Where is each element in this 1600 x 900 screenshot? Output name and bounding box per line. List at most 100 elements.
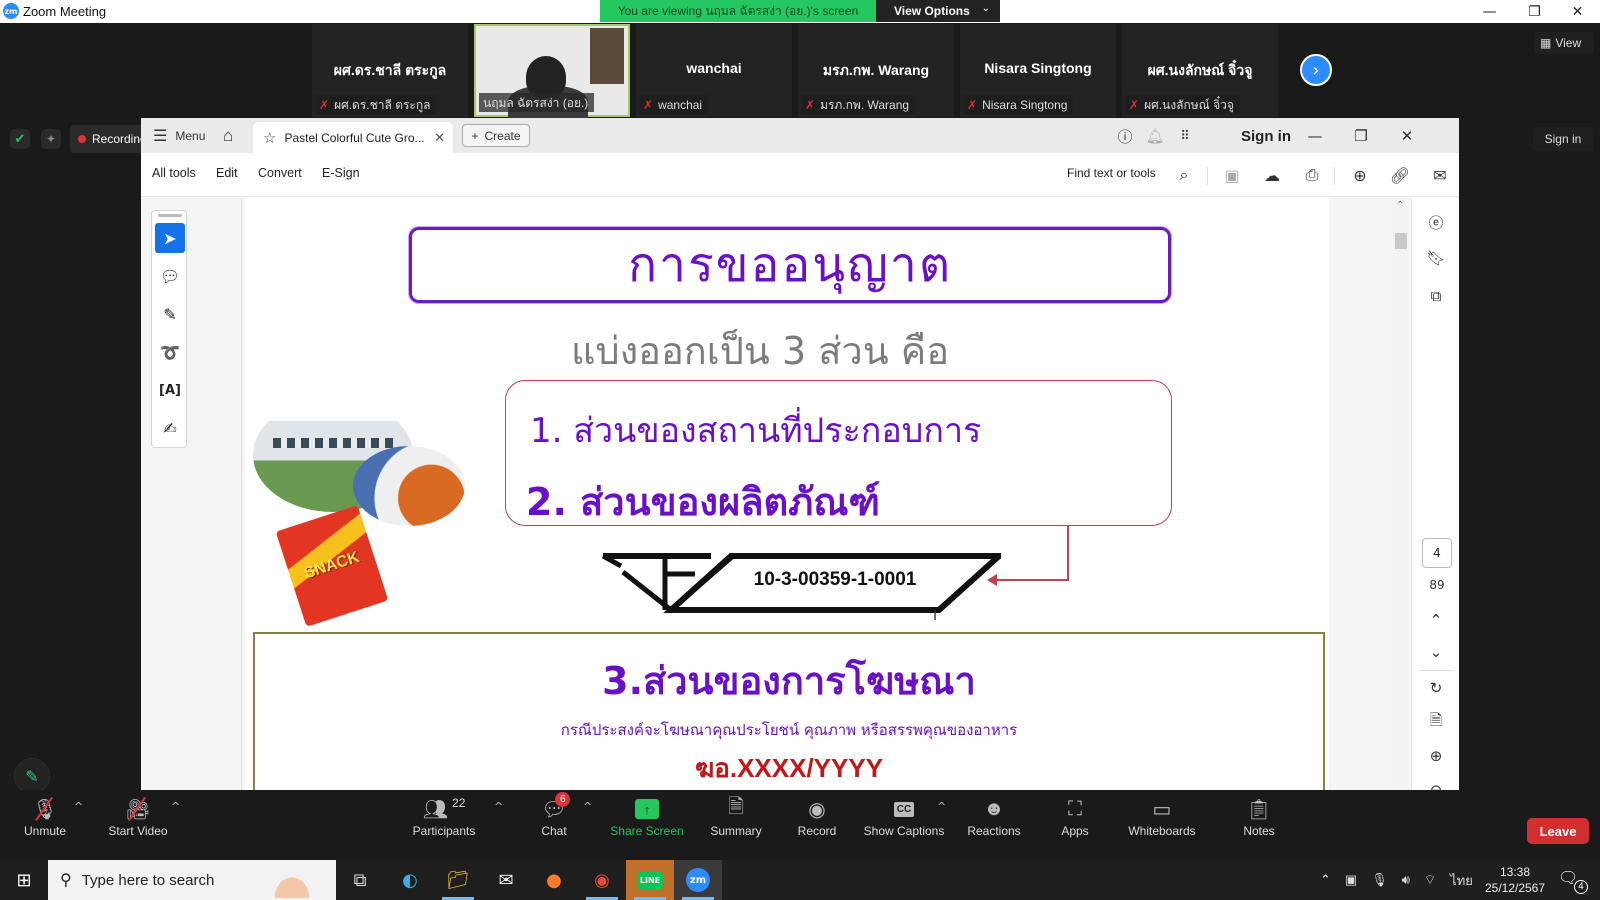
zoom-sign-in-button[interactable]: Sign in [1533,127,1593,151]
email-icon[interactable]: ✉ [1427,162,1453,188]
scroll-up-icon[interactable]: ⌃ [1396,200,1404,211]
recording-indicator[interactable]: Recording [70,125,152,153]
zoom-app-icon[interactable]: zm [674,860,722,900]
page-number-input[interactable]: 4 [1422,538,1452,568]
whiteboard-icon: ▭ [1152,798,1172,821]
apps-grid-icon[interactable]: ⠿ [1173,124,1197,148]
previous-page-icon[interactable]: ⌃ [1424,608,1448,632]
next-participants-button[interactable]: › [1300,54,1332,86]
chat-caret-icon[interactable]: ^ [583,800,592,813]
menu-e-sign[interactable]: E-Sign [322,166,360,180]
apps-button[interactable]: ⛶ Apps [1054,790,1096,842]
participant-tile[interactable]: wanchai ✗ wanchai [636,24,792,117]
minimize-icon[interactable]: — [1467,0,1512,23]
scrollbar-thumb[interactable] [1395,233,1407,249]
close-icon[interactable]: ✕ [1395,124,1419,148]
share-user-icon[interactable]: ⊕ [1347,162,1373,188]
divider [241,198,242,807]
participant-tile[interactable]: Nisara Singtong ✗ Nisara Singtong [960,24,1116,117]
security-shield-icon[interactable]: ✔ [10,129,30,149]
print-icon[interactable]: ⎙ [1299,162,1325,188]
help-icon[interactable]: ⓘ [1113,124,1137,148]
restore-icon[interactable]: ❐ [1349,124,1373,148]
reactions-button[interactable]: ☻ Reactions [962,790,1026,842]
extract-page-icon[interactable]: 🗎︎ [1424,710,1448,734]
home-icon[interactable]: ⌂ [223,118,233,153]
windows-start-icon[interactable]: ⊞ [12,870,36,891]
camera-in-use-icon[interactable]: ▣ [1345,872,1357,888]
close-icon[interactable]: ✕ [1555,0,1600,23]
draw-lasso-icon[interactable]: ➰ [155,337,185,367]
firefox-icon[interactable]: ● [530,860,578,900]
ai-assistant-icon[interactable]: ⓔ [1424,210,1448,234]
select-cursor-icon[interactable]: ➤ [155,223,185,253]
view-button[interactable]: ▦ View [1534,32,1594,54]
participant-tile[interactable]: ผศ.นงลักษณ์ จิ๋วจู ✗ ผศ.นงลักษณ์ จิ๋วจู [1122,24,1278,117]
acrobat-sign-in-button[interactable]: Sign in [1241,124,1291,148]
audio-options-caret-icon[interactable]: ^ [74,800,83,813]
annotate-pencil-icon[interactable]: ✎ [14,758,50,794]
record-button[interactable]: ◉ Record [792,790,842,842]
show-hidden-icons-icon[interactable]: ⌃ [1320,872,1331,888]
chat-button[interactable]: 💬︎ 6 Chat [534,790,574,842]
share-screen-button[interactable]: ↑ Share Screen [610,790,684,842]
mail-icon[interactable]: ✉ [482,860,530,900]
input-language[interactable]: ไทย [1450,870,1473,891]
whiteboards-button[interactable]: ▭ Whiteboards [1124,790,1200,842]
chrome-icon[interactable]: ◉ [578,860,626,900]
minimize-icon[interactable]: — [1303,124,1327,148]
document-tab[interactable]: ☆ Pastel Colorful Cute Gro... ✕ [253,122,453,153]
participant-video-tile[interactable]: นฤมล ฉัตรสง่า (อย.) [474,24,630,126]
participant-tile[interactable]: ผศ.ดร.ชาลี ตระกูล ✗ ผศ.ดร.ชาลี ตระกูล [312,24,468,117]
share-screen-icon: ↑ [635,796,659,822]
close-tab-icon[interactable]: ✕ [434,130,445,146]
volume-icon[interactable]: 🔊︎ [1402,872,1410,888]
bookmark-icon[interactable]: 🔖︎ [1424,246,1448,270]
participants-caret-icon[interactable]: ^ [494,800,503,813]
taskbar-search-input[interactable]: ⚲ Type here to search [48,860,336,900]
highlight-pen-icon[interactable]: ✎ [155,299,185,329]
find-text-field[interactable]: Find text or tools [1067,166,1156,180]
wifi-icon[interactable]: ⌔ [1424,872,1436,888]
show-captions-button[interactable]: CC Show Captions [862,790,946,842]
sign-icon[interactable]: ✍ [155,413,185,443]
edge-browser-icon[interactable]: ◐ [386,860,434,900]
rail-drag-handle[interactable] [158,214,182,217]
taskbar-clock[interactable]: 13:38 25/12/2567 [1480,864,1550,896]
menu-all-tools[interactable]: All tools [152,166,196,180]
unmute-button[interactable]: 🎙︎ Unmute [16,790,74,842]
notes-button[interactable]: 📋︎ Notes [1238,790,1280,842]
star-icon[interactable]: ☆ [263,129,276,147]
participant-tile[interactable]: มรภ.กพ. Warang ✗ มรภ.กพ. Warang [798,24,954,117]
view-options-button[interactable]: View Options ⌄ [876,0,1000,22]
pages-icon[interactable]: ⧉ [1424,284,1448,308]
line-app-icon[interactable]: LINE [626,860,674,900]
notification-center-icon[interactable]: 🗨︎ 4 [1558,868,1588,894]
search-icon[interactable]: ⌕ [1171,162,1197,188]
vertical-scrollbar[interactable]: ⌃ [1393,198,1409,807]
participants-button[interactable]: 👥︎ 22 Participants [408,790,480,842]
menu-button[interactable]: ☰ Menu [153,118,205,153]
captions-caret-icon[interactable]: ^ [937,800,946,813]
link-icon[interactable]: 🔗︎ [1387,162,1413,188]
leave-button[interactable]: Leave [1527,818,1589,844]
create-button[interactable]: + Create [462,124,530,147]
menu-convert[interactable]: Convert [258,166,302,180]
menu-edit[interactable]: Edit [216,166,238,180]
text-box-icon[interactable]: [A] [155,375,185,405]
summary-button[interactable]: 🗎︎ Summary [706,790,766,842]
video-options-caret-icon[interactable]: ^ [171,800,180,813]
ai-companion-icon[interactable]: ✦ [41,129,61,149]
cloud-upload-icon[interactable]: ☁ [1259,162,1285,188]
zoom-in-icon[interactable]: ⊕ [1424,744,1448,768]
file-explorer-icon[interactable]: 📁︎ [434,860,482,900]
task-view-icon[interactable]: ⧉ [336,860,384,900]
microphone-in-use-icon[interactable]: 🎙︎ [1371,872,1388,888]
bell-icon[interactable]: 🔔︎ [1143,124,1167,148]
save-icon[interactable]: ▣ [1219,162,1245,188]
next-page-icon[interactable]: ⌄ [1424,640,1448,664]
restore-icon[interactable]: ❐ [1512,0,1557,23]
comment-icon[interactable]: 💬︎ [155,261,185,291]
start-video-button[interactable]: 🎥︎ Start Video [104,790,172,842]
rotate-icon[interactable]: ↻ [1424,676,1448,700]
